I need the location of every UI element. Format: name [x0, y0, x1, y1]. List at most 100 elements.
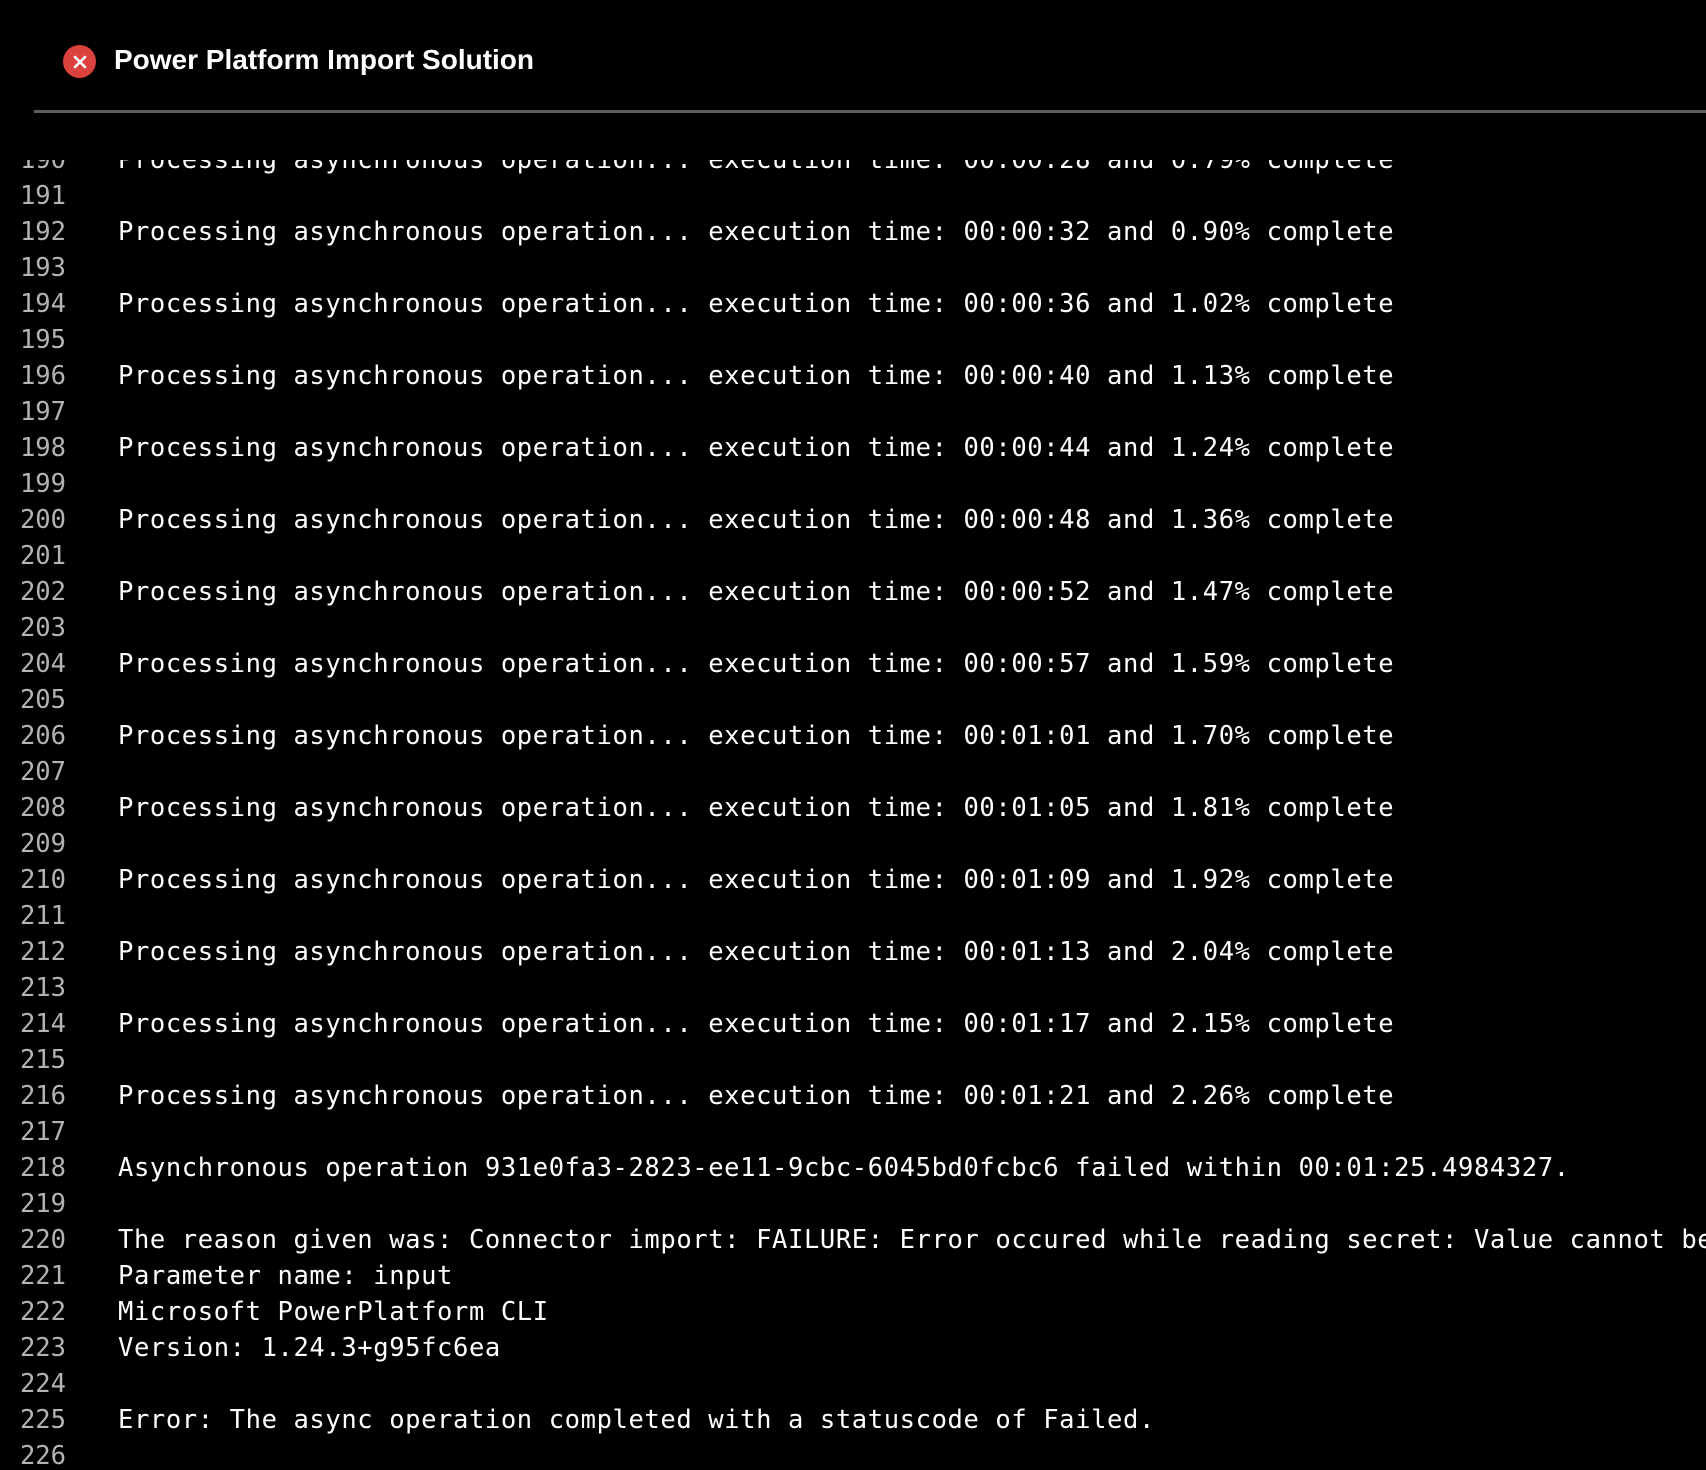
line-text: Processing asynchronous operation... exe… — [118, 649, 1395, 679]
log-line: 219 — [0, 1186, 1706, 1222]
log-line: 217 — [0, 1114, 1706, 1150]
line-number: 225 — [19, 1405, 66, 1435]
line-number: 197 — [19, 397, 66, 427]
log-line: 215 — [0, 1042, 1706, 1078]
line-number: 203 — [19, 613, 66, 643]
log-line: 223 Version: 1.24.3+g95fc6ea — [0, 1330, 1706, 1366]
log-line: 222 Microsoft PowerPlatform CLI — [0, 1294, 1706, 1330]
line-number: 210 — [19, 865, 66, 895]
line-number: 195 — [19, 325, 66, 355]
line-text: Processing asynchronous operation... exe… — [118, 160, 1395, 175]
log-line: 205 — [0, 682, 1706, 718]
line-number: 193 — [19, 253, 66, 283]
log-line: 192 Processing asynchronous operation... … — [0, 214, 1706, 250]
line-number: 190 — [19, 160, 66, 175]
line-number: 201 — [19, 541, 66, 571]
log-line: 201 — [0, 538, 1706, 574]
line-text: Asynchronous operation 931e0fa3-2823-ee1… — [118, 1153, 1570, 1183]
line-text: Version: 1.24.3+g95fc6ea — [118, 1333, 501, 1363]
line-text: Processing asynchronous operation... exe… — [118, 1009, 1395, 1039]
log-line: 211 — [0, 898, 1706, 934]
line-number: 198 — [19, 433, 66, 463]
line-number: 206 — [19, 721, 66, 751]
log-viewer[interactable]: 190 Processing asynchronous operation... … — [0, 160, 1706, 1470]
header: Power Platform Import Solution — [0, 0, 1706, 113]
log-line: 209 — [0, 826, 1706, 862]
log-line: 203 — [0, 610, 1706, 646]
line-text: Error: The async operation completed wit… — [118, 1405, 1155, 1435]
line-text: Processing asynchronous operation... exe… — [118, 937, 1395, 967]
log-line: 196 Processing asynchronous operation... … — [0, 358, 1706, 394]
line-text: Processing asynchronous operation... exe… — [118, 361, 1395, 391]
line-number: 222 — [19, 1297, 66, 1327]
line-text: Microsoft PowerPlatform CLI — [118, 1297, 549, 1327]
line-text: Processing asynchronous operation... exe… — [118, 289, 1395, 319]
line-text: Processing asynchronous operation... exe… — [118, 577, 1395, 607]
line-text: Processing asynchronous operation... exe… — [118, 1081, 1395, 1111]
log-line: 221 Parameter name: input — [0, 1258, 1706, 1294]
log-line: 224 — [0, 1366, 1706, 1402]
line-text: Processing asynchronous operation... exe… — [118, 433, 1395, 463]
log-line: 191 — [0, 178, 1706, 214]
line-text: Processing asynchronous operation... exe… — [118, 793, 1395, 823]
header-divider — [34, 110, 1706, 113]
log-line: 202 Processing asynchronous operation... … — [0, 574, 1706, 610]
line-text: The reason given was: Connector import: … — [118, 1225, 1706, 1255]
line-number: 211 — [19, 901, 66, 931]
line-number: 196 — [19, 361, 66, 391]
log-line: 216 Processing asynchronous operation... … — [0, 1078, 1706, 1114]
log-line: 210 Processing asynchronous operation... … — [0, 862, 1706, 898]
log-line: 200 Processing asynchronous operation... … — [0, 502, 1706, 538]
line-number: 200 — [19, 505, 66, 535]
log-line: 194 Processing asynchronous operation... … — [0, 286, 1706, 322]
log-line: 214 Processing asynchronous operation... … — [0, 1006, 1706, 1042]
line-number: 219 — [19, 1189, 66, 1219]
line-number: 215 — [19, 1045, 66, 1075]
log-line: 225 Error: The async operation completed … — [0, 1402, 1706, 1438]
line-number: 224 — [19, 1369, 66, 1399]
line-number: 216 — [19, 1081, 66, 1111]
line-text: Processing asynchronous operation... exe… — [118, 865, 1395, 895]
log-line: 193 — [0, 250, 1706, 286]
page-title: Power Platform Import Solution — [114, 44, 535, 75]
line-number: 208 — [19, 793, 66, 823]
error-circle-x-icon — [63, 45, 96, 78]
line-number: 213 — [19, 973, 66, 1003]
log-line: 226 — [0, 1438, 1706, 1470]
line-number: 214 — [19, 1009, 66, 1039]
line-number: 212 — [19, 937, 66, 967]
line-number: 209 — [19, 829, 66, 859]
line-number: 221 — [19, 1261, 66, 1291]
log-lines: 190 Processing asynchronous operation... … — [0, 160, 1706, 1470]
line-number: 204 — [19, 649, 66, 679]
log-line: 208 Processing asynchronous operation... … — [0, 790, 1706, 826]
line-number: 205 — [19, 685, 66, 715]
line-text: Processing asynchronous operation... exe… — [118, 217, 1395, 247]
line-number: 223 — [19, 1333, 66, 1363]
log-line: 198 Processing asynchronous operation... … — [0, 430, 1706, 466]
line-number: 199 — [19, 469, 66, 499]
log-line: 220 The reason given was: Connector impor… — [0, 1222, 1706, 1258]
log-line: 195 — [0, 322, 1706, 358]
log-line: 218 Asynchronous operation 931e0fa3-2823-… — [0, 1150, 1706, 1186]
log-line: 207 — [0, 754, 1706, 790]
line-number: 191 — [19, 181, 66, 211]
line-text: Parameter name: input — [118, 1261, 453, 1291]
line-number: 207 — [19, 757, 66, 787]
line-number: 202 — [19, 577, 66, 607]
line-number: 217 — [19, 1117, 66, 1147]
log-line: 197 — [0, 394, 1706, 430]
line-text: Processing asynchronous operation... exe… — [118, 721, 1395, 751]
log-line: 212 Processing asynchronous operation... … — [0, 934, 1706, 970]
line-number: 220 — [19, 1225, 66, 1255]
log-line: 204 Processing asynchronous operation... … — [0, 646, 1706, 682]
log-line: 213 — [0, 970, 1706, 1006]
log-line: 190 Processing asynchronous operation... … — [0, 160, 1706, 178]
line-number: 218 — [19, 1153, 66, 1183]
line-number: 192 — [19, 217, 66, 247]
line-text: Processing asynchronous operation... exe… — [118, 505, 1395, 535]
log-line: 206 Processing asynchronous operation... … — [0, 718, 1706, 754]
line-number: 194 — [19, 289, 66, 319]
line-number: 226 — [19, 1441, 66, 1470]
log-line: 199 — [0, 466, 1706, 502]
